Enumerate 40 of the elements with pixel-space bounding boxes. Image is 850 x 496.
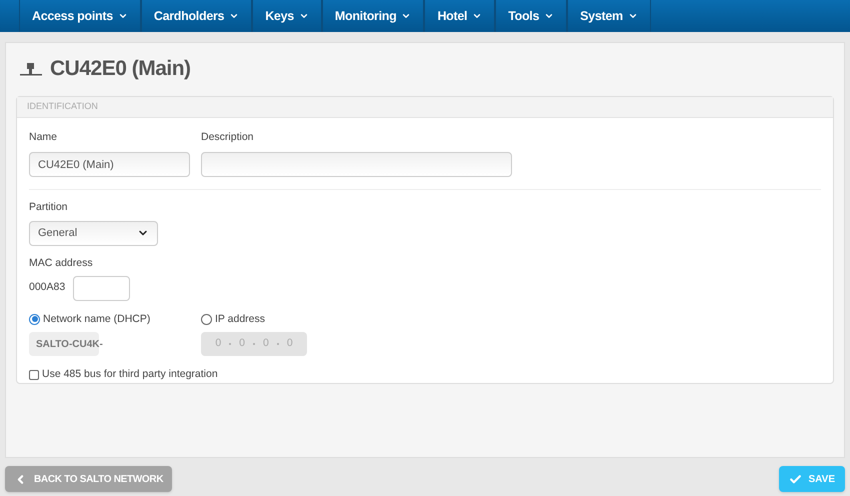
field-label: Description: [201, 130, 255, 146]
ip-octet: 0: [215, 336, 222, 352]
page-title: CU42E0 (Main): [50, 56, 191, 82]
ip-octet: 0: [263, 336, 269, 352]
mac-prefix: 000A83: [29, 280, 66, 296]
radio-label: Network name (DHCP): [43, 312, 150, 326]
description-field[interactable]: [201, 152, 512, 177]
partition-dropdown[interactable]: General: [29, 220, 158, 246]
nav-menu[interactable]: Hotel: [424, 0, 496, 32]
field-label: Name: [29, 130, 58, 146]
name-field[interactable]: CU42E0 (Main): [29, 152, 190, 177]
ip-octet: 0: [286, 336, 293, 352]
mac-suffix-field[interactable]: [73, 276, 130, 300]
chevron-down-icon: [401, 11, 412, 21]
radio-button[interactable]: [201, 314, 212, 325]
dot-separator-icon: [253, 343, 255, 346]
checkbox[interactable]: [29, 370, 39, 380]
nav-menu[interactable]: Cardholders: [140, 0, 252, 32]
check-icon: [788, 472, 802, 486]
nav-menu[interactable]: Monitoring: [322, 0, 424, 32]
nav-menu[interactable]: System: [567, 0, 651, 32]
chevron-down-icon: [628, 11, 638, 21]
section-title: IDENTIFICATION: [27, 100, 98, 114]
ip-octet: 0: [239, 336, 245, 352]
network-device-icon: [20, 62, 42, 76]
radio-label: IP address: [215, 312, 266, 326]
dot-separator-icon: [229, 343, 232, 346]
nav-menu[interactable]: Tools: [495, 0, 568, 32]
nav-menu[interactable]: Keys: [252, 0, 322, 32]
chevron-down-icon: [544, 11, 554, 21]
chevron-down-icon: [229, 11, 240, 21]
nav-menu[interactable]: Access points: [19, 0, 141, 32]
chevron-down-icon: [472, 11, 482, 21]
checkbox-label: Use 485 bus for third party integration: [42, 367, 218, 382]
chevron-down-icon: [298, 11, 309, 21]
field-label: Partition: [29, 200, 69, 215]
field-label: MAC address: [29, 256, 94, 271]
chevron-down-icon: [118, 11, 128, 21]
radio-button[interactable]: [29, 314, 40, 325]
dot-separator-icon: [276, 343, 279, 346]
